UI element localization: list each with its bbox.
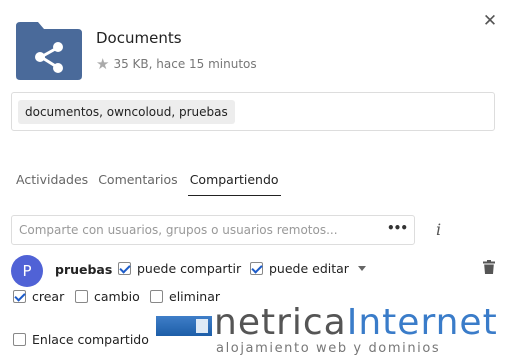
recipient-name: pruebas xyxy=(55,262,113,277)
tag-chip[interactable]: documentos, owncoloud, pruebas xyxy=(18,100,235,124)
netrica-logo: netricaInternet alojamiento web y domini… xyxy=(156,304,497,360)
checkbox-can-share[interactable] xyxy=(118,262,131,275)
logo-mark xyxy=(156,316,212,336)
checkbox-delete[interactable] xyxy=(150,290,163,303)
checkbox-create[interactable] xyxy=(13,290,26,303)
checkbox-can-edit[interactable] xyxy=(250,262,263,275)
close-icon[interactable]: ✕ xyxy=(482,13,498,30)
avatar: P xyxy=(11,255,43,287)
perm-can-edit-label: puede editar xyxy=(269,261,349,276)
share-menu-icon[interactable]: ••• xyxy=(387,221,408,235)
file-size-and-time: 35 KB, hace 15 minutos xyxy=(113,57,257,71)
tab-actividades[interactable]: Actividades xyxy=(16,172,88,196)
chevron-down-icon[interactable] xyxy=(358,266,366,271)
perm-can-share[interactable]: puede compartir xyxy=(118,261,241,276)
trash-icon[interactable] xyxy=(483,260,495,274)
sidebar-tabs: Actividades Comentarios Compartiendo xyxy=(16,172,281,196)
link-share[interactable]: Enlace compartido xyxy=(13,332,149,347)
tags-field[interactable]: documentos, owncoloud, pruebas xyxy=(11,92,495,131)
perm-change-label: cambio xyxy=(94,289,140,304)
logo-tagline: alojamiento web y dominios xyxy=(216,341,441,356)
share-input[interactable] xyxy=(12,216,382,244)
logo-text: netricaInternet xyxy=(214,302,498,343)
link-share-label: Enlace compartido xyxy=(32,332,149,347)
checkbox-link-share[interactable] xyxy=(13,333,26,346)
file-meta: ★ 35 KB, hace 15 minutos xyxy=(96,57,257,72)
perm-delete[interactable]: eliminar xyxy=(150,289,220,304)
perm-change[interactable]: cambio xyxy=(75,289,140,304)
perm-can-edit[interactable]: puede editar xyxy=(250,261,349,276)
info-icon[interactable]: i xyxy=(436,220,441,239)
checkbox-change[interactable] xyxy=(75,290,88,303)
perm-create-label: crear xyxy=(32,289,65,304)
tab-compartiendo[interactable]: Compartiendo xyxy=(187,172,281,196)
file-name: Documents xyxy=(96,29,182,47)
tab-comentarios[interactable]: Comentarios xyxy=(98,172,178,196)
perm-create[interactable]: crear xyxy=(13,289,64,304)
star-icon[interactable]: ★ xyxy=(96,57,109,72)
shared-folder-icon xyxy=(16,22,82,80)
perm-can-share-label: puede compartir xyxy=(137,261,242,276)
perm-delete-label: eliminar xyxy=(169,289,221,304)
share-search-box: ••• xyxy=(11,215,415,245)
